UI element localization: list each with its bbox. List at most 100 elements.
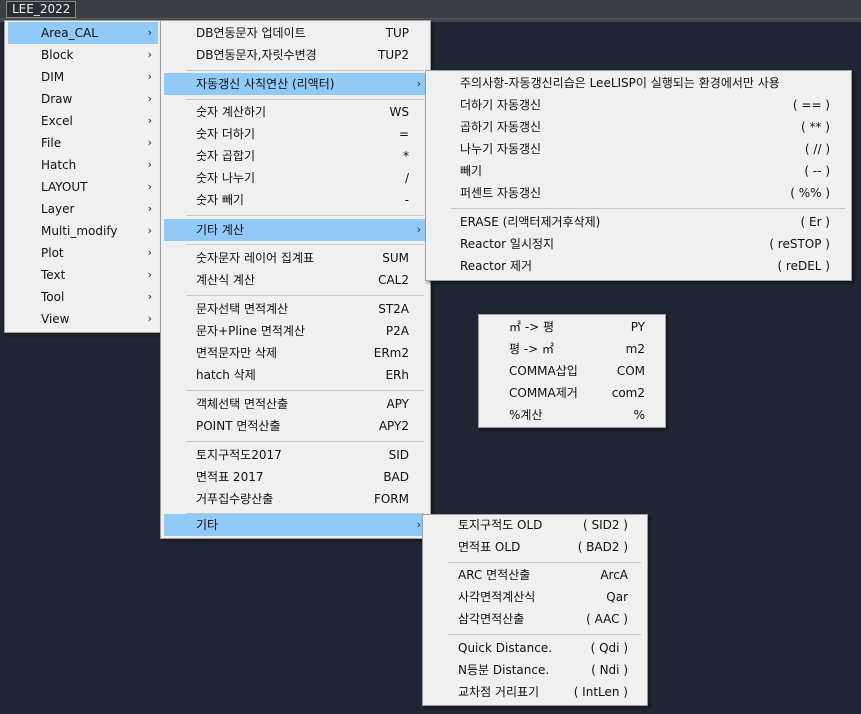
menu-item-label: File <box>41 136 62 150</box>
menu-item-area_cal_menu-15[interactable]: 객체선택 면적산출 APY <box>164 393 427 415</box>
submenu-chevron-icon: › <box>147 92 152 105</box>
menu-item-main_menu-0[interactable]: Area_CAL › <box>8 22 158 44</box>
menu-item-area_cal_menu-16[interactable]: POINT 면적산출 APY2 <box>164 415 427 437</box>
menu-item-area_cal_menu-3[interactable]: 숫자 계산하기 WS <box>164 101 427 123</box>
menu-item-label: Draw <box>41 92 73 106</box>
menu-item-etc_menu-2[interactable]: ARC 면적산출 ArcA <box>426 564 644 586</box>
menu-item-reactor_menu-1[interactable]: 더하기 자동갱신 ( == ) <box>429 94 848 116</box>
menu-item-shortcut: ( Ndi ) <box>591 663 628 677</box>
title-bar: LEE_2022 <box>0 0 861 19</box>
menu-item-main_menu-3[interactable]: Draw › <box>8 88 158 110</box>
menu-item-area_cal_menu-13[interactable]: 면적문자만 삭제 ERm2 <box>164 342 427 364</box>
menu-item-reactor_menu-8[interactable]: Reactor 제거 ( reDEL ) <box>429 255 848 277</box>
menu-item-area_cal_menu-4[interactable]: 숫자 더하기 = <box>164 123 427 145</box>
menu-item-reactor_menu-2[interactable]: 곱하기 자동갱신 ( ** ) <box>429 116 848 138</box>
menu-item-label: 더하기 자동갱신 <box>460 98 542 112</box>
menu-item-area_cal_menu-1[interactable]: DB연동문자,자릿수변경 TUP2 <box>164 44 427 66</box>
menu-item-etc_menu-0[interactable]: 토지구적도 OLD ( SID2 ) <box>426 514 644 536</box>
menu-item-shortcut: = <box>398 127 409 141</box>
menu-item-shortcut: * <box>403 149 409 163</box>
menu-item-main_menu-7[interactable]: LAYOUT › <box>8 176 158 198</box>
reactor-menu: 주의사항-자동갱신리습은 LeeLISP이 실행되는 환경에서만 사용 더하기 자… <box>425 70 852 281</box>
submenu-chevron-icon: › <box>147 290 152 303</box>
menu-item-area_cal_menu-7[interactable]: 숫자 빼기 - <box>164 189 427 211</box>
menu-item-label: Reactor 일시정지 <box>460 237 555 251</box>
menu-item-etc_menu-5[interactable]: Quick Distance. ( Qdi ) <box>426 637 644 659</box>
menu-item-area_cal_menu-6[interactable]: 숫자 나누기 / <box>164 167 427 189</box>
menu-item-area_cal_menu-8[interactable]: 기타 계산 › <box>164 219 427 241</box>
menu-item-main_menu-6[interactable]: Hatch › <box>8 154 158 176</box>
menu-item-area_cal_menu-19[interactable]: 거푸집수량산출 FORM <box>164 488 427 510</box>
menu-item-label: 객체선택 면적산출 <box>196 397 289 411</box>
menu-item-shortcut: ( %% ) <box>790 186 830 200</box>
menu-item-area_cal_menu-9[interactable]: 숫자문자 레이어 집계표 SUM <box>164 247 427 269</box>
menu-item-label: 사각면적계산식 <box>458 590 536 604</box>
menu-item-main_menu-10[interactable]: Plot › <box>8 242 158 264</box>
menu-item-main_menu-2[interactable]: DIM › <box>8 66 158 88</box>
menu-item-etc_menu-1[interactable]: 면적표 OLD ( BAD2 ) <box>426 536 644 558</box>
menu-separator <box>448 634 641 635</box>
menu-item-label: 빼기 <box>460 164 483 178</box>
menu-item-etc_menu-7[interactable]: 교차점 거리표기 ( IntLen ) <box>426 681 644 703</box>
menu-item-main_menu-13[interactable]: View › <box>8 308 158 330</box>
menu-item-area_cal_menu-17[interactable]: 토지구적도2017 SID <box>164 444 427 466</box>
menu-item-shortcut: BAD <box>383 470 409 484</box>
menu-item-calc_menu-2[interactable]: COMMA삽입 COM <box>482 360 662 382</box>
app-menu-title[interactable]: LEE_2022 <box>6 1 77 18</box>
menu-item-reactor_menu-7[interactable]: Reactor 일시정지 ( reSTOP ) <box>429 233 848 255</box>
menu-item-main_menu-5[interactable]: File › <box>8 132 158 154</box>
menu-item-main_menu-9[interactable]: Multi_modify › <box>8 220 158 242</box>
menu-item-area_cal_menu-0[interactable]: DB연동문자 업데이트 TUP <box>164 22 427 44</box>
menu-item-main_menu-8[interactable]: Layer › <box>8 198 158 220</box>
menu-item-main_menu-12[interactable]: Tool › <box>8 286 158 308</box>
menu-item-label: LAYOUT <box>41 180 88 194</box>
menu-item-area_cal_menu-14[interactable]: hatch 삭제 ERh <box>164 364 427 386</box>
menu-item-shortcut: - <box>404 193 409 207</box>
menu-item-reactor_menu-4[interactable]: 빼기 ( -- ) <box>429 160 848 182</box>
menu-item-calc_menu-4[interactable]: %계산% <box>482 404 662 426</box>
menu-separator <box>186 390 424 391</box>
menu-item-calc_menu-3[interactable]: COMMA제거 com2 <box>482 382 662 404</box>
menu-item-label: COMMA제거 <box>509 386 578 400</box>
menu-item-label: Tool <box>41 290 65 304</box>
menu-item-reactor_menu-5[interactable]: 퍼센트 자동갱신 ( %% ) <box>429 182 848 204</box>
menu-item-label: Layer <box>41 202 75 216</box>
menu-item-shortcut: ( Er ) <box>800 215 830 229</box>
submenu-chevron-icon: › <box>147 202 152 215</box>
menu-item-calc_menu-1[interactable]: 평 -> ㎡ m2 <box>482 338 662 360</box>
menu-item-calc_menu-0[interactable]: ㎡ -> 평 PY <box>482 316 662 338</box>
menu-item-main_menu-1[interactable]: Block › <box>8 44 158 66</box>
menu-item-label: 숫자 더하기 <box>196 127 256 141</box>
menu-item-main_menu-11[interactable]: Text › <box>8 264 158 286</box>
menu-item-area_cal_menu-11[interactable]: 문자선택 면적계산 ST2A <box>164 298 427 320</box>
menu-item-etc_menu-6[interactable]: N등분 Distance. ( Ndi ) <box>426 659 644 681</box>
menu-item-area_cal_menu-2[interactable]: 자동갱신 사칙연산 (리액터) › <box>164 73 427 95</box>
menu-item-label: 삼각면적산출 <box>458 612 525 626</box>
menu-item-etc_menu-3[interactable]: 사각면적계산식 Qar <box>426 586 644 608</box>
menu-item-reactor_menu-6[interactable]: ERASE (리액터제거후삭제) ( Er ) <box>429 211 848 233</box>
menu-item-shortcut: % <box>633 408 645 422</box>
menu-item-shortcut: ( Qdi ) <box>590 641 628 655</box>
menu-item-area_cal_menu-5[interactable]: 숫자 곱합기 * <box>164 145 427 167</box>
menu-item-label: Quick Distance. <box>458 641 553 655</box>
submenu-chevron-icon: › <box>147 70 152 83</box>
menu-item-label: 숫자 빼기 <box>196 193 244 207</box>
menu-item-area_cal_menu-10[interactable]: 계산식 계산 CAL2 <box>164 269 427 291</box>
area-cal-menu: DB연동문자 업데이트 TUP DB연동문자,자릿수변경 TUP2 자동갱신 사칙연산 … <box>160 20 431 539</box>
menu-item-reactor_menu-0[interactable]: 주의사항-자동갱신리습은 LeeLISP이 실행되는 환경에서만 사용 <box>429 72 848 94</box>
menu-item-area_cal_menu-20[interactable]: 기타 › <box>164 514 427 536</box>
submenu-chevron-icon: › <box>147 158 152 171</box>
menu-item-shortcut: ( // ) <box>804 142 830 156</box>
menu-item-label: Reactor 제거 <box>460 259 533 273</box>
menu-item-area_cal_menu-18[interactable]: 면적표 2017 BAD <box>164 466 427 488</box>
menu-item-shortcut: com2 <box>611 386 645 400</box>
menu-item-reactor_menu-3[interactable]: 나누기 자동갱신 ( // ) <box>429 138 848 160</box>
menu-item-label: 면적표 OLD <box>458 540 521 554</box>
menu-item-shortcut: ( ** ) <box>801 120 830 134</box>
menu-item-area_cal_menu-12[interactable]: 문자+Pline 면적계산 P2A <box>164 320 427 342</box>
menu-item-main_menu-4[interactable]: Excel › <box>8 110 158 132</box>
submenu-chevron-icon: › <box>416 77 421 90</box>
menu-item-shortcut: ( BAD2 ) <box>577 540 628 554</box>
menu-item-etc_menu-4[interactable]: 삼각면적산출 ( AAC ) <box>426 608 644 630</box>
submenu-chevron-icon: › <box>416 223 421 236</box>
